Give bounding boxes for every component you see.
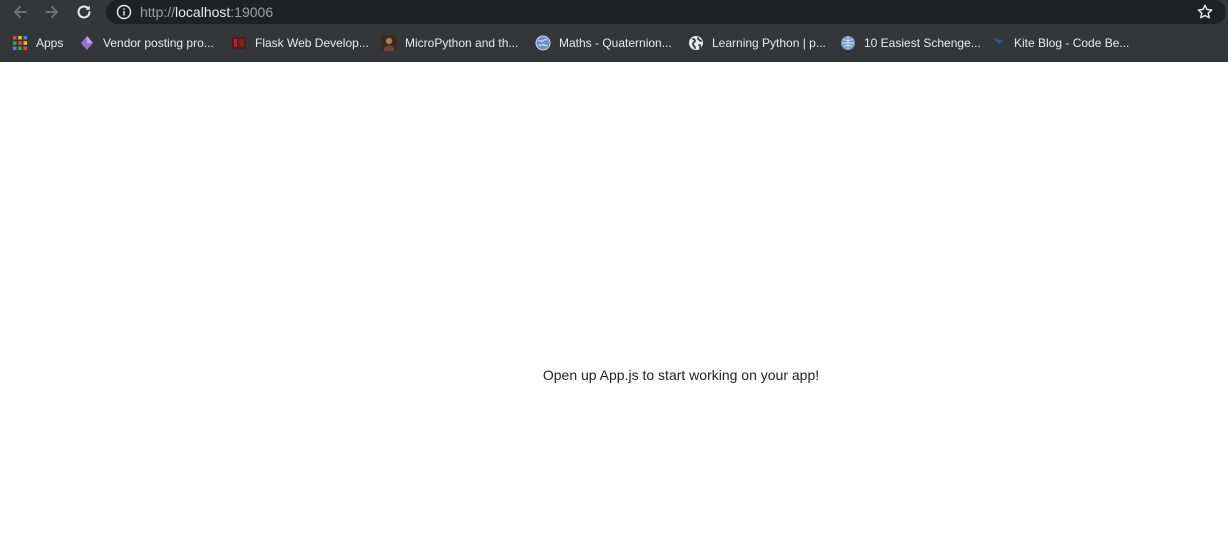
arrow-right-icon [45, 6, 58, 18]
bookmark-flask-web[interactable]: Flask Web Develop... [231, 31, 369, 55]
globe-icon [535, 35, 551, 51]
globe-icon [689, 36, 703, 50]
page-content: Open up App.js to start working on your … [0, 62, 1228, 549]
bookmark-label: 10 Easiest Schenge... [864, 36, 981, 50]
flask-book-icon [232, 37, 246, 49]
bookmarks-bar: Apps Vendor posting pro... Flask Web Dev… [0, 31, 1228, 55]
url-scheme: http:// [140, 4, 176, 20]
bookmark-label: Vendor posting pro... [103, 36, 214, 50]
bookmark-apps[interactable]: Apps [12, 31, 63, 55]
bookmark-learning-python[interactable]: Learning Python | p... [688, 31, 826, 55]
forward-button[interactable] [41, 1, 63, 23]
bookmark-maths-quaternion[interactable]: Maths - Quaternion... [535, 31, 672, 55]
url-host: localhost [175, 4, 231, 20]
url-text[interactable]: http://localhost:19006 [140, 0, 273, 24]
arrow-left-icon [14, 6, 27, 18]
app-message: Open up App.js to start working on your … [542, 367, 820, 383]
apps-grid-icon [13, 36, 27, 50]
bookmark-label: Maths - Quaternion... [559, 36, 672, 50]
diamond-icon [81, 36, 93, 50]
bookmark-label: Flask Web Develop... [255, 36, 369, 50]
star-icon[interactable] [1196, 3, 1214, 21]
info-icon[interactable] [116, 4, 132, 20]
bookmark-label: Kite Blog - Code Be... [1014, 36, 1130, 50]
reload-icon [77, 5, 91, 19]
globe-icon [841, 36, 855, 50]
avatar-icon [381, 35, 397, 51]
url-port: :19006 [230, 4, 274, 20]
bookmark-label: Apps [36, 36, 64, 50]
bookmark-vendor-posting[interactable]: Vendor posting pro... [79, 31, 214, 55]
bookmark-label: Learning Python | p... [712, 36, 826, 50]
bookmark-schengen[interactable]: 10 Easiest Schenge... [840, 31, 981, 55]
back-button[interactable] [9, 1, 31, 23]
browser-chrome: http://localhost:19006 Apps Vendor posti… [0, 0, 1228, 62]
browser-toolbar: http://localhost:19006 [0, 0, 1228, 24]
bookmark-micropython[interactable]: MicroPython and th... [381, 31, 518, 55]
bookmark-kite-blog[interactable]: Kite Blog - Code Be... [990, 31, 1129, 55]
kite-icon [993, 38, 1003, 50]
address-bar[interactable]: http://localhost:19006 [106, 0, 1226, 24]
reload-button[interactable] [73, 1, 95, 23]
bookmark-label: MicroPython and th... [405, 36, 519, 50]
